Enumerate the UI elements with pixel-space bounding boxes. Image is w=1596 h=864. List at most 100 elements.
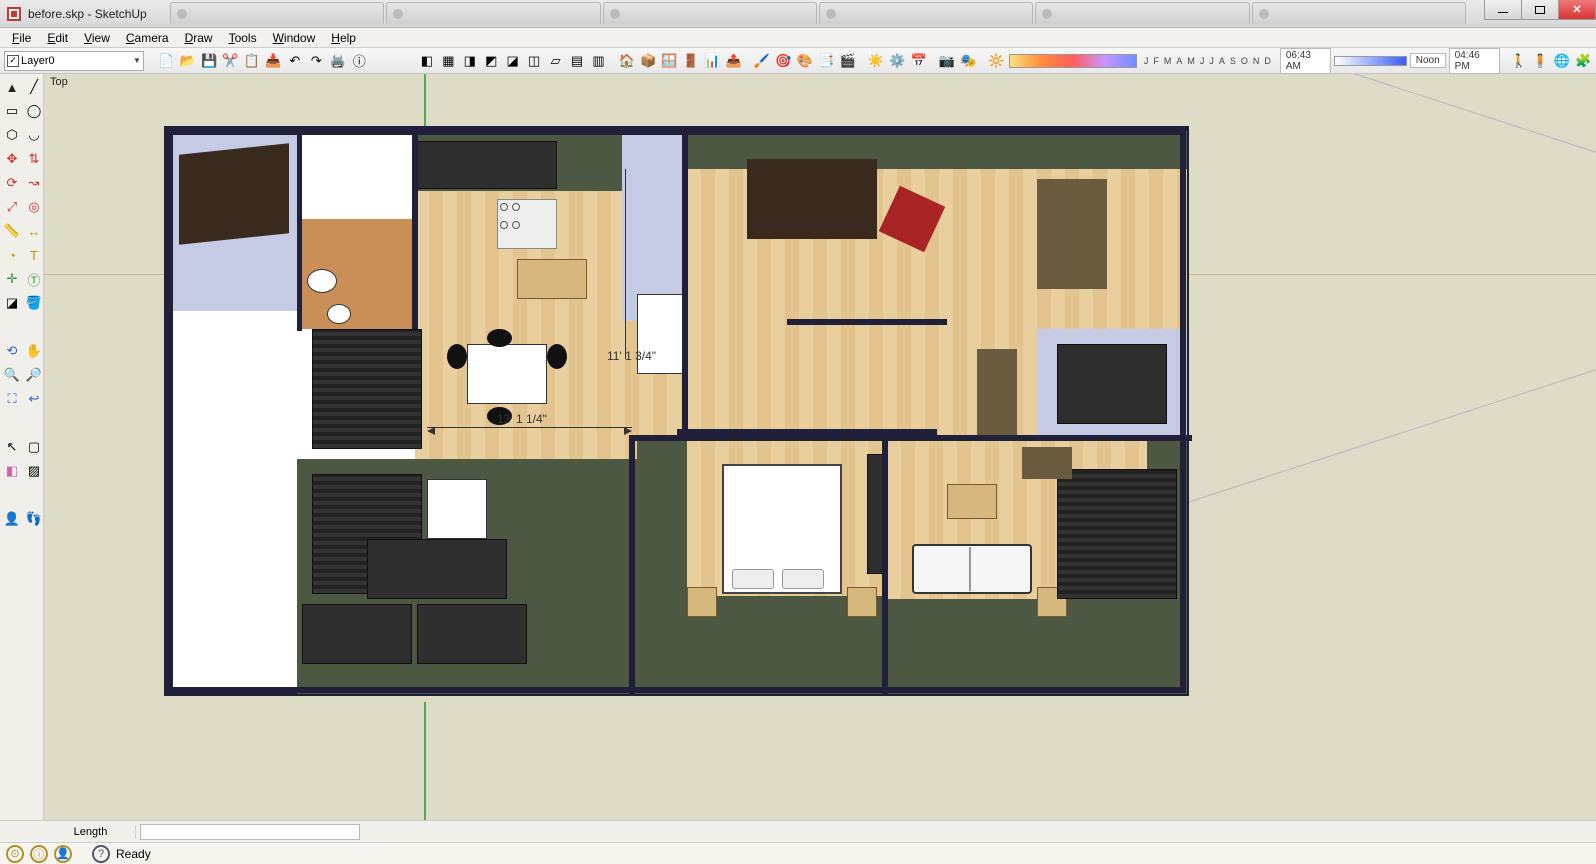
back-icon[interactable]: ◪ bbox=[503, 51, 521, 71]
hidden-icon[interactable]: ▤ bbox=[568, 51, 586, 71]
shaded-icon[interactable]: ▥ bbox=[589, 51, 607, 71]
move-icon[interactable]: ✥ bbox=[2, 149, 22, 169]
style-icon[interactable]: 🎭 bbox=[959, 51, 977, 71]
window-icon[interactable]: 🪟 bbox=[660, 51, 678, 71]
report-icon[interactable]: 📊 bbox=[703, 51, 721, 71]
zoom-window-icon[interactable]: 🔎 bbox=[24, 365, 44, 385]
house-icon[interactable]: 🏠 bbox=[617, 51, 635, 71]
shadow-settings-icon[interactable]: ⚙️ bbox=[888, 51, 906, 71]
select-icon[interactable]: ▲ bbox=[2, 77, 22, 97]
line-icon[interactable]: ╱ bbox=[24, 77, 44, 97]
polygon-icon[interactable]: ⬡ bbox=[2, 125, 22, 145]
tool-new-icon[interactable]: 📄 bbox=[157, 51, 175, 71]
camera-icon[interactable]: 📷 bbox=[938, 51, 956, 71]
rotate-icon[interactable]: ⟳ bbox=[2, 173, 22, 193]
rectangle-icon[interactable]: ▭ bbox=[2, 101, 22, 121]
section-icon[interactable]: ◪ bbox=[2, 293, 22, 313]
tool-save-icon[interactable]: 💾 bbox=[200, 51, 218, 71]
pan-icon[interactable]: ✋ bbox=[24, 341, 44, 361]
previous-icon[interactable]: ↩ bbox=[24, 389, 44, 409]
tool-undo-icon[interactable]: ↶ bbox=[286, 51, 304, 71]
outline-icon[interactable]: ▢ bbox=[24, 437, 44, 457]
menu-file[interactable]: File bbox=[4, 30, 39, 46]
export-icon[interactable]: 📤 bbox=[725, 51, 743, 71]
person2-icon[interactable]: 🧍 bbox=[1531, 51, 1549, 71]
menu-draw[interactable]: Draw bbox=[177, 30, 221, 46]
maximize-button[interactable] bbox=[1521, 0, 1559, 20]
right-icon[interactable]: ◩ bbox=[482, 51, 500, 71]
sun-icon[interactable]: 🔆 bbox=[987, 51, 1005, 71]
menu-camera[interactable]: Camera bbox=[118, 30, 177, 46]
tool-cut-icon[interactable]: ✂️ bbox=[221, 51, 239, 71]
credits-icon[interactable]: ⊙ bbox=[6, 845, 24, 863]
text-icon[interactable]: T bbox=[24, 245, 44, 265]
minimize-button[interactable] bbox=[1484, 0, 1522, 20]
eraser-icon[interactable]: ◧ bbox=[2, 461, 22, 481]
paint-bucket-icon[interactable]: 🪣 bbox=[24, 293, 44, 313]
menu-help[interactable]: Help bbox=[323, 30, 364, 46]
zoom-extents-icon[interactable]: ⛶ bbox=[2, 389, 22, 409]
browser-tab[interactable] bbox=[386, 2, 600, 24]
iso-icon[interactable]: ◧ bbox=[418, 51, 436, 71]
info-icon[interactable]: ⓘ bbox=[30, 845, 48, 863]
menu-window[interactable]: Window bbox=[265, 30, 324, 46]
tool-print-icon[interactable]: 🖨️ bbox=[329, 51, 347, 71]
shadow-toggle-icon[interactable]: ☀️ bbox=[867, 51, 885, 71]
close-button[interactable]: ✕ bbox=[1558, 0, 1596, 20]
menu-tools[interactable]: Tools bbox=[221, 30, 265, 46]
browser-tab[interactable] bbox=[1035, 2, 1249, 24]
scene-icon[interactable]: 🎬 bbox=[839, 51, 857, 71]
circle-icon[interactable]: ◯ bbox=[24, 101, 44, 121]
dimension-icon[interactable]: ↔ bbox=[24, 221, 44, 241]
time-slider[interactable] bbox=[1334, 56, 1407, 66]
wireframe-icon[interactable]: ▱ bbox=[546, 51, 564, 71]
tool-paste-icon[interactable]: 📥 bbox=[264, 51, 282, 71]
followme-icon[interactable]: ↝ bbox=[24, 173, 44, 193]
layer-name-input[interactable] bbox=[21, 53, 131, 69]
offset-icon[interactable]: ◎ bbox=[24, 197, 44, 217]
3dtext-icon[interactable]: Ⓣ bbox=[24, 269, 44, 289]
browser-tab[interactable] bbox=[170, 2, 384, 24]
texture-icon[interactable]: 🎨 bbox=[796, 51, 814, 71]
materials-icon[interactable]: ▨ bbox=[24, 461, 44, 481]
walk-icon[interactable]: 👣 bbox=[24, 509, 44, 529]
protractor-icon[interactable]: ◔ bbox=[2, 245, 22, 265]
viewport[interactable]: Top bbox=[44, 74, 1596, 820]
tape-icon[interactable]: 📏 bbox=[2, 221, 22, 241]
shadow-date-icon[interactable]: 📅 bbox=[910, 51, 928, 71]
tool-redo-icon[interactable]: ↷ bbox=[307, 51, 325, 71]
tool-copy-icon[interactable]: 📋 bbox=[243, 51, 261, 71]
browser-tab[interactable] bbox=[1252, 2, 1466, 24]
menu-view[interactable]: View bbox=[76, 30, 118, 46]
layer-icon[interactable]: 📑 bbox=[817, 51, 835, 71]
extension-icon[interactable]: 🧩 bbox=[1574, 51, 1592, 71]
top-icon[interactable]: ▦ bbox=[439, 51, 457, 71]
position-camera-icon[interactable]: 👤 bbox=[2, 509, 22, 529]
door-icon[interactable]: 🚪 bbox=[682, 51, 700, 71]
date-slider[interactable] bbox=[1009, 54, 1137, 68]
length-input[interactable] bbox=[140, 824, 360, 840]
browser-tab[interactable] bbox=[603, 2, 817, 24]
front-icon[interactable]: ◨ bbox=[461, 51, 479, 71]
chevron-down-icon[interactable]: ▼ bbox=[133, 56, 141, 65]
pushpull-icon[interactable]: ⇅ bbox=[24, 149, 44, 169]
zoom-icon[interactable]: 🔍 bbox=[2, 365, 22, 385]
paint-icon[interactable]: 🖌️ bbox=[753, 51, 771, 71]
axes-icon[interactable]: ✛ bbox=[2, 269, 22, 289]
left-icon[interactable]: ◫ bbox=[525, 51, 543, 71]
globe-icon[interactable]: 🌐 bbox=[1552, 51, 1570, 71]
arrow-icon[interactable]: ↖ bbox=[2, 437, 22, 457]
browser-tab[interactable] bbox=[819, 2, 1033, 24]
match-icon[interactable]: 🎯 bbox=[774, 51, 792, 71]
help-icon[interactable]: ? bbox=[92, 845, 110, 863]
layer-dropdown[interactable]: ✓ ▼ bbox=[4, 51, 144, 71]
person-icon[interactable]: 👤 bbox=[54, 845, 72, 863]
component-icon[interactable]: 📦 bbox=[639, 51, 657, 71]
layer-visible-checkbox[interactable]: ✓ bbox=[7, 55, 19, 67]
person-icon[interactable]: 🚶 bbox=[1509, 51, 1527, 71]
tool-open-icon[interactable]: 📂 bbox=[178, 51, 196, 71]
scale-icon[interactable]: ⤢ bbox=[2, 197, 22, 217]
floorplan-model[interactable]: 13' 1 1/4" 11' 1 3/4" bbox=[164, 126, 1189, 696]
menu-edit[interactable]: Edit bbox=[39, 30, 76, 46]
tool-model-info-icon[interactable]: ⓘ bbox=[350, 51, 368, 71]
